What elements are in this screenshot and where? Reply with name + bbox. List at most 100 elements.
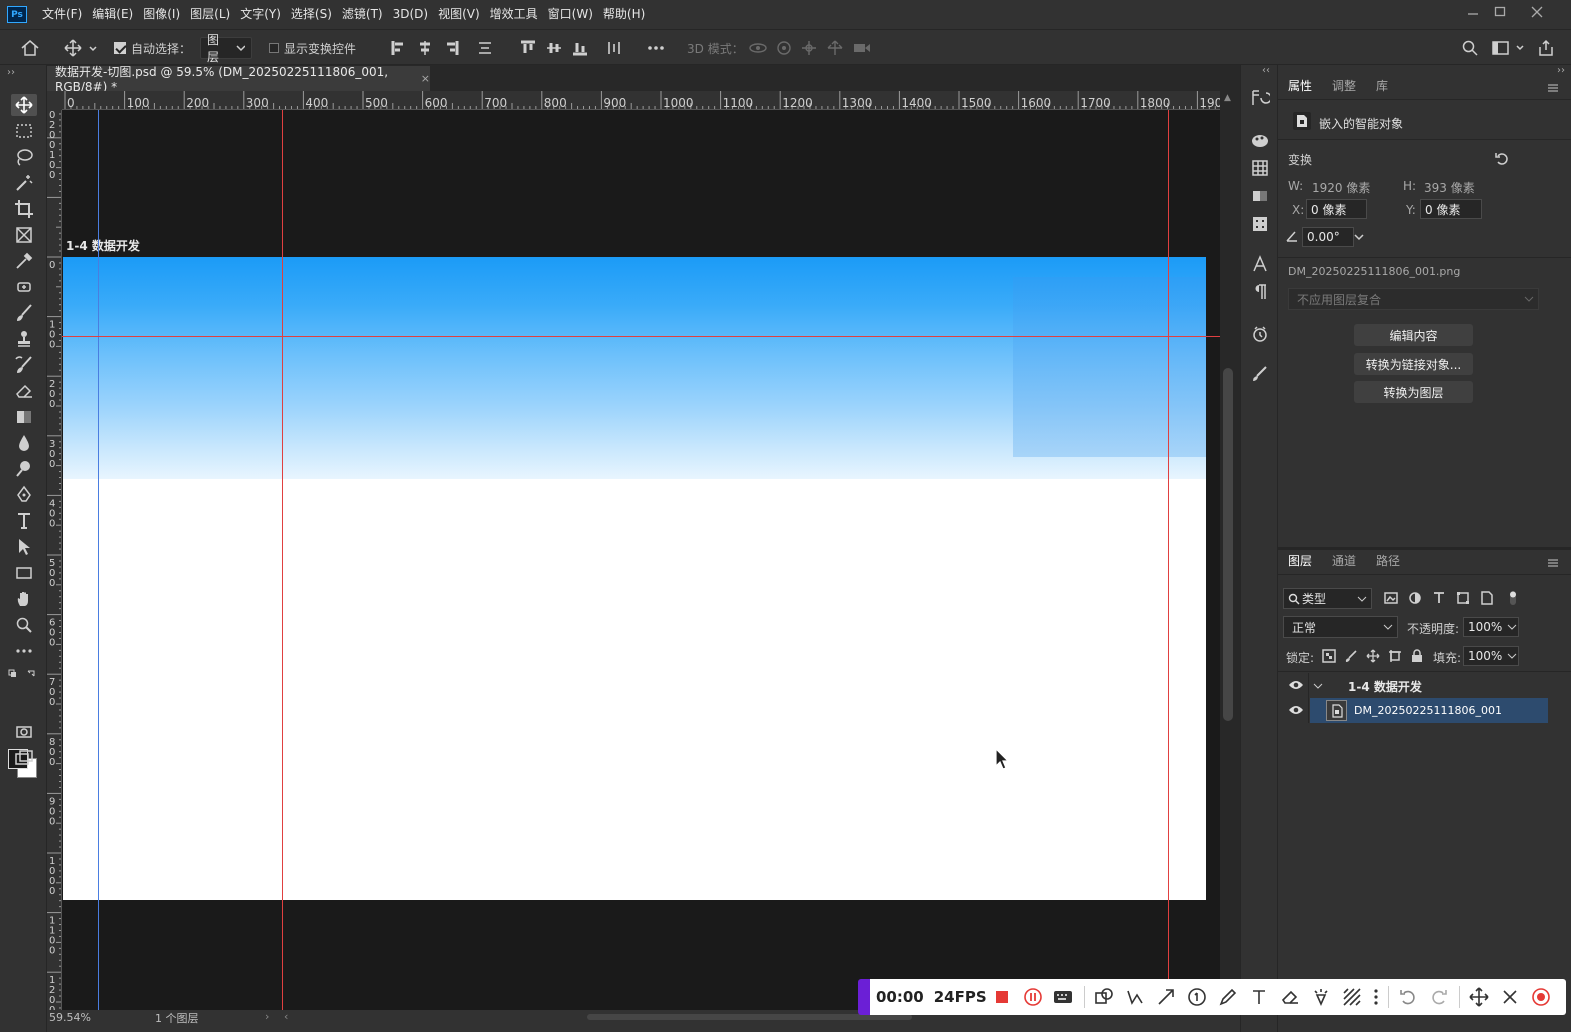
polyline-icon[interactable] [1120, 979, 1151, 1015]
vertical-scrollbar[interactable]: ▲ [1220, 91, 1240, 1010]
y-position-input[interactable]: 0 像素 [1420, 199, 1482, 219]
default-colors-icon[interactable] [8, 669, 38, 684]
collapse-panel-icon[interactable]: ‹‹ [1262, 65, 1270, 76]
arrow-icon[interactable] [1151, 979, 1182, 1015]
shapes-icon[interactable] [1089, 979, 1120, 1015]
eraser-icon[interactable] [1275, 979, 1306, 1015]
menu-file[interactable]: 文件(F) [37, 0, 87, 29]
tab-adjustments[interactable]: 调整 [1322, 77, 1366, 99]
convert-to-linked-button[interactable]: 转换为链接对象... [1354, 353, 1473, 375]
edit-contents-button[interactable]: 编辑内容 [1354, 324, 1473, 346]
eyedropper-icon[interactable] [11, 250, 37, 272]
expand-panel-icon[interactable]: ›› [7, 67, 15, 78]
filter-shape-icon[interactable] [1456, 591, 1470, 608]
menu-help[interactable]: 帮助(H) [598, 0, 650, 29]
scroll-left-icon[interactable]: ‹ [284, 1010, 288, 1023]
document-tab[interactable]: 数据开发-切图.psd @ 59.5% (DM_20250225111806_0… [47, 65, 430, 94]
menu-plugins[interactable]: 增效工具 [485, 0, 543, 29]
layer-row-smart-object[interactable]: DM_20250225111806_001 [1278, 698, 1571, 723]
patterns-panel-icon[interactable] [1250, 214, 1270, 237]
scroll-up-icon[interactable]: ▲ [1224, 93, 1231, 103]
record-icon[interactable] [1526, 979, 1557, 1015]
color-panel-icon[interactable] [1250, 130, 1270, 153]
mosaic-icon[interactable] [1337, 979, 1368, 1015]
clone-stamp-icon[interactable] [11, 328, 37, 350]
filter-type-icon[interactable] [1432, 591, 1446, 608]
tab-properties[interactable]: 属性 [1278, 77, 1322, 99]
lock-all-icon[interactable] [1410, 649, 1424, 666]
pen-tool-icon[interactable] [11, 484, 37, 506]
guide-horizontal[interactable] [62, 336, 1220, 337]
filter-adjustment-icon[interactable] [1408, 591, 1422, 608]
maximize-icon[interactable] [1482, 0, 1518, 24]
3d-roll-icon[interactable] [775, 30, 793, 66]
more-options-icon[interactable] [647, 30, 665, 66]
lasso-tool-icon[interactable] [11, 146, 37, 168]
filter-toggle-icon[interactable] [1508, 590, 1518, 609]
brush-tool-icon[interactable] [11, 302, 37, 324]
menu-3d[interactable]: 3D(D) [388, 0, 433, 29]
angle-dropdown-icon[interactable] [1348, 227, 1370, 247]
crop-tool-icon[interactable] [11, 198, 37, 220]
show-transform-checkbox[interactable]: 显示变换控件 [269, 30, 356, 66]
rectangle-tool-icon[interactable] [11, 562, 37, 584]
layer-filter-dropdown[interactable]: 类型 [1283, 588, 1372, 609]
align-middle-v-icon[interactable] [545, 30, 563, 66]
menu-filter[interactable]: 滤镜(T) [337, 0, 388, 29]
auto-select-checkbox[interactable]: 自动选择： [114, 30, 191, 66]
lock-position-icon[interactable] [1366, 649, 1380, 666]
frame-tool-icon[interactable] [11, 224, 37, 246]
share-icon[interactable] [1537, 30, 1555, 66]
character-panel-icon[interactable] [1250, 254, 1270, 277]
lock-pixels-icon[interactable] [1344, 649, 1358, 666]
fill-dropdown-icon[interactable] [1504, 646, 1520, 666]
number-marker-icon[interactable] [1182, 979, 1213, 1015]
hand-tool-icon[interactable] [11, 588, 37, 610]
visibility-eye-icon[interactable] [1288, 704, 1304, 719]
properties-menu-icon[interactable] [1546, 82, 1560, 97]
swatches-panel-icon[interactable] [1250, 158, 1270, 181]
visibility-eye-icon[interactable] [1288, 679, 1304, 694]
align-center-h-icon[interactable] [416, 30, 434, 66]
tab-paths[interactable]: 路径 [1366, 552, 1410, 574]
more-tools-icon[interactable] [11, 640, 37, 662]
quick-mask-icon[interactable] [11, 721, 37, 743]
filter-pixel-icon[interactable] [1384, 591, 1398, 608]
angle-input[interactable]: 0.00° [1302, 227, 1354, 247]
align-right-icon[interactable] [442, 30, 460, 66]
gradients-panel-icon[interactable] [1250, 186, 1270, 209]
redo-icon[interactable] [1424, 979, 1455, 1015]
align-bottom-icon[interactable] [571, 30, 589, 66]
layers-menu-icon[interactable] [1546, 557, 1560, 572]
stop-recording-icon[interactable] [987, 979, 1018, 1015]
layer-row-artboard[interactable]: 1-4 数据开发 [1278, 673, 1571, 698]
auto-select-target-dropdown[interactable]: 图层 [200, 33, 252, 64]
marquee-tool-icon[interactable] [11, 120, 37, 142]
recorder-more-icon[interactable] [1368, 979, 1384, 1015]
history-brush-icon[interactable] [11, 354, 37, 376]
guide-vertical-left[interactable] [282, 110, 283, 1010]
text-icon[interactable] [1244, 979, 1275, 1015]
spotlight-icon[interactable] [1306, 979, 1337, 1015]
menu-type[interactable]: 文字(Y) [235, 0, 286, 29]
zoom-level[interactable]: 59.54% [49, 1011, 91, 1024]
menu-view[interactable]: 视图(V) [433, 0, 485, 29]
home-icon[interactable] [20, 30, 40, 66]
expand-chevron-icon[interactable] [1313, 680, 1323, 694]
paragraph-panel-icon[interactable] [1250, 282, 1270, 305]
dodge-tool-icon[interactable] [11, 458, 37, 480]
3d-camera-icon[interactable] [852, 30, 872, 66]
path-selection-icon[interactable] [11, 536, 37, 558]
vertical-ruler[interactable]: 0200100010020030040050060070080090010001… [47, 110, 62, 1010]
keyboard-icon[interactable] [1049, 979, 1080, 1015]
lock-artboard-icon[interactable] [1388, 649, 1402, 666]
pause-recording-icon[interactable] [1018, 979, 1049, 1015]
distribute-icon[interactable] [476, 30, 494, 66]
magic-wand-icon[interactable] [11, 172, 37, 194]
convert-to-layers-button[interactable]: 转换为图层 [1354, 381, 1473, 403]
blur-tool-icon[interactable] [11, 432, 37, 454]
actions-panel-icon[interactable] [1250, 324, 1270, 347]
zoom-tool-icon[interactable] [11, 614, 37, 636]
menu-window[interactable]: 窗口(W) [543, 0, 598, 29]
pen-icon[interactable] [1213, 979, 1244, 1015]
